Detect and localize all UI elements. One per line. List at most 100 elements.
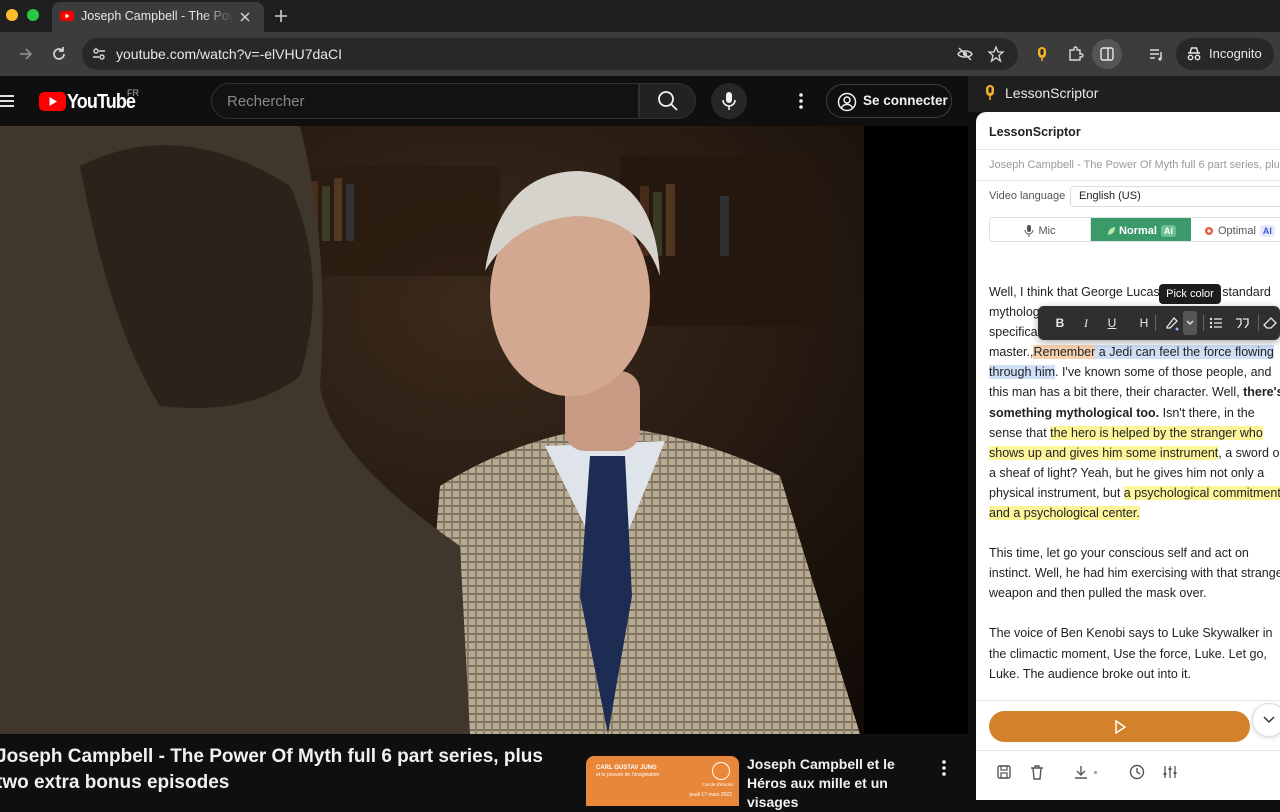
divider [976,750,1280,751]
toolbar-divider [1258,315,1259,331]
mode-normal-label: Normal [1119,224,1157,237]
site-settings-icon[interactable] [90,45,108,63]
settings-sliders-icon[interactable] [1159,762,1181,782]
bookmark-star-icon[interactable] [987,45,1005,63]
highlighter-icon[interactable] [1160,311,1184,335]
voice-search-button[interactable] [711,83,747,119]
mode-normal-button[interactable]: Normal AI [1091,218,1191,241]
transcript-editor[interactable]: Well, I think that George Lucas was usin… [989,282,1280,704]
language-label: Video language [989,190,1066,202]
format-toolbar: B I U H [1038,306,1280,340]
microphone-icon [1024,224,1034,237]
heading-button[interactable]: H [1132,311,1156,335]
browser-tab-active[interactable]: Joseph Campbell - The Power Of Myth full… [52,2,264,32]
mode-optimal-button[interactable]: Optimal AI [1192,218,1280,241]
side-panel-title: LessonScriptor [1005,85,1099,101]
play-button[interactable] [989,711,1250,742]
side-panel-header: LessonScriptor [968,76,1280,112]
thumb-subheading: et le pouvoir de l'imagination [596,772,660,778]
youtube-wordmark[interactable]: YouTube [67,91,136,114]
save-icon[interactable] [993,762,1015,782]
hamburger-menu-icon[interactable] [0,93,16,109]
video-name: Joseph Campbell - The Power Of Myth full… [989,159,1279,171]
account-circle-icon [837,92,857,112]
divider [976,700,1280,701]
scroll-down-button[interactable] [1252,703,1280,737]
sign-in-button[interactable]: Se connecter [826,84,952,118]
kebab-menu-icon [942,760,946,776]
search-button[interactable] [639,83,696,119]
url-text: youtube.com/watch?v=-elVHU7daCI [116,46,343,62]
forward-arrow-icon[interactable] [11,39,41,69]
incognito-icon [1185,45,1203,63]
search-input[interactable]: Rechercher [211,83,639,119]
video-title: Joseph Campbell - The Power Of Myth full… [0,746,543,793]
mode-optimal-label: Optimal [1218,224,1256,237]
transcript-paragraph: This time, let go your conscious self an… [989,546,1280,601]
trash-icon[interactable] [1026,762,1048,782]
kebab-menu-icon [799,93,803,109]
new-tab-icon[interactable] [272,7,290,25]
eraser-icon[interactable] [1260,311,1280,335]
region-code: FR [127,88,139,98]
microphone-icon [722,92,736,110]
lessonscriptor-extension-icon[interactable] [1027,39,1057,69]
sign-in-label: Se connecter [863,93,948,108]
ai-badge: AI [1259,224,1275,237]
video-frame [0,126,864,734]
media-controls-icon[interactable] [1141,39,1171,69]
transcript-paragraph: The voice of Ben Kenobi says to Luke Sky… [989,626,1273,681]
extensions-puzzle-icon[interactable] [1060,39,1090,69]
incognito-indicator[interactable]: Incognito [1176,38,1274,70]
thumb-date: jeudi 17 mars 2022 [689,792,732,798]
history-clock-icon[interactable] [1126,762,1148,782]
lessonscriptor-panel: LessonScriptor Joseph Campbell - The Pow… [976,112,1280,800]
lessonscriptor-logo-icon [982,84,998,102]
underline-button[interactable]: U [1100,311,1124,335]
toolbar-divider [1155,315,1156,331]
divider [976,180,1280,181]
mode-mic-label: Mic [1038,224,1056,237]
mode-mic-button[interactable]: Mic [990,218,1091,241]
mode-selector: Mic Normal AI Optimal AI [989,217,1280,242]
italic-button[interactable]: I [1074,311,1098,335]
related-video-title[interactable]: Joseph Campbell et le Héros aux mille et… [747,755,937,812]
search-placeholder: Rechercher [227,93,305,110]
browser-tab-strip: Joseph Campbell - The Power Of Myth full… [0,0,1280,32]
video-player[interactable] [0,126,968,734]
language-select[interactable]: English (US) [1070,186,1280,207]
address-bar[interactable]: youtube.com/watch?v=-elVHU7daCI [82,38,1018,70]
thumb-seal-icon [712,762,730,780]
search-icon [657,91,678,111]
highlighted-segment: Remember [1033,345,1096,360]
reload-icon[interactable] [44,39,74,69]
thumb-corner-text: Cercle d'études [702,782,734,787]
chevron-down-icon[interactable] [1183,311,1197,335]
bullet-list-icon[interactable] [1204,311,1228,335]
related-video-thumbnail[interactable]: CARL GUSTAV JUNG et le pouvoir de l'imag… [586,756,739,806]
side-panel-icon[interactable] [1092,39,1122,69]
chevron-down-icon [1263,716,1275,724]
incognito-label: Incognito [1209,46,1262,61]
bold-button[interactable]: B [1048,311,1072,335]
window-maximize-button[interactable] [27,9,39,21]
panel-title: LessonScriptor [989,125,1081,139]
target-icon [1205,226,1213,235]
youtube-favicon-icon [60,11,74,21]
related-more-button[interactable] [934,756,954,780]
youtube-logo-icon[interactable] [39,92,66,111]
eye-off-icon[interactable] [956,45,974,63]
tab-close-icon[interactable] [237,9,253,25]
pick-color-tooltip: Pick color [1159,284,1221,304]
window-minimize-button[interactable] [6,9,18,21]
download-icon[interactable] [1070,762,1092,782]
leaf-icon [1108,226,1116,235]
ai-badge: AI [1160,224,1176,237]
thumb-heading: CARL GUSTAV JUNG [596,765,657,771]
more-options-button[interactable] [788,88,814,114]
quote-icon[interactable] [1230,311,1254,335]
tab-title-fade [202,2,234,32]
play-icon [1114,719,1126,734]
divider [976,149,1280,150]
download-options-dot[interactable] [1094,771,1097,774]
